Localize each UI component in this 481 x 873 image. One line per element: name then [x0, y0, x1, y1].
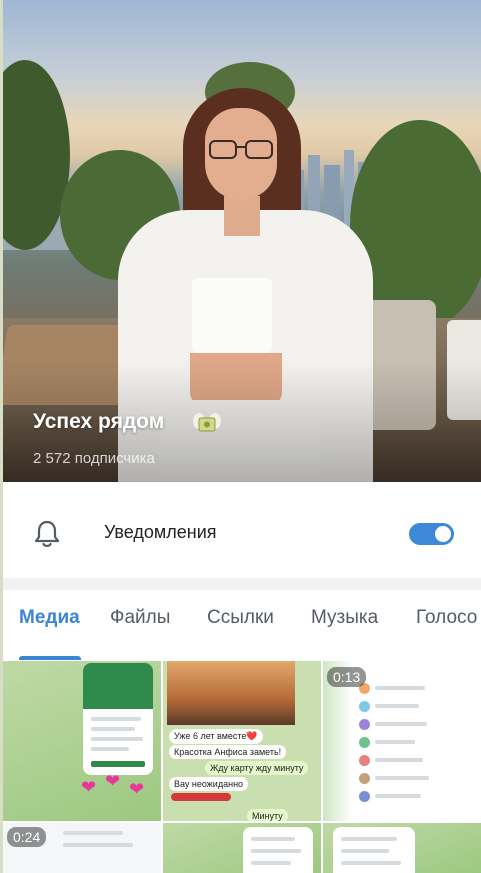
notifications-toggle[interactable]: [409, 523, 454, 545]
media-thumb-4[interactable]: 0:24: [3, 823, 161, 873]
chat-bubble: Минуту: [247, 809, 288, 821]
text-line: [91, 717, 141, 721]
chat-list-row: [359, 683, 439, 695]
person-top: [192, 278, 272, 353]
chat-list-row: [359, 719, 439, 731]
bell-icon: [34, 520, 60, 547]
media-thumb-3[interactable]: 0:13: [323, 661, 481, 821]
notifications-label: Уведомления: [104, 522, 217, 542]
chat-list-row: [359, 791, 439, 803]
toggle-knob: [435, 526, 451, 542]
chat-bubble: Уже 6 лет вместе❤️: [169, 729, 263, 744]
phone-screenshot: [243, 827, 313, 873]
tab-media[interactable]: Медиа: [19, 607, 80, 629]
heart-icon: ❤: [105, 771, 121, 791]
chat-list-row: [359, 701, 439, 713]
text-line: [341, 861, 401, 865]
text-line: [91, 747, 129, 751]
text-line: [63, 831, 123, 835]
video-duration-badge: 0:13: [327, 667, 367, 687]
text-line: [341, 849, 389, 853]
chat-list-row: [359, 737, 439, 749]
subscriber-count: 2 572 подписчика: [33, 450, 155, 467]
text-line: [251, 849, 301, 853]
channel-title: Успех рядом: [33, 410, 165, 433]
tab-voice[interactable]: Голосо: [416, 607, 477, 629]
phone-screenshot: [333, 827, 415, 873]
chat-bubble: Вау неожиданно: [169, 777, 249, 791]
tab-files[interactable]: Файлы: [110, 607, 170, 629]
text-line: [251, 837, 295, 841]
media-thumb-2[interactable]: Уже 6 лет вместе❤️ Красотка Анфиса замет…: [163, 661, 321, 821]
chat-bubble: Жду карту жду минуту: [205, 761, 309, 775]
text-line: [91, 737, 143, 741]
confirm-bar: [91, 761, 145, 767]
chat-list-row: [359, 755, 439, 767]
section-divider: [0, 578, 481, 590]
heart-icon: ❤: [81, 777, 97, 797]
chat-list-row: [359, 773, 439, 785]
phone-screenshot: [83, 663, 153, 775]
glasses-icon: [209, 140, 273, 159]
redacted-text: [171, 793, 231, 801]
video-duration-badge: 0:24: [7, 827, 47, 847]
media-thumb-5[interactable]: [163, 823, 321, 873]
photo-in-chat: [167, 661, 295, 725]
text-line: [251, 861, 291, 865]
media-thumb-1[interactable]: ❤ ❤ ❤: [3, 661, 161, 821]
left-edge-border: [0, 0, 3, 873]
media-thumb-6[interactable]: [323, 823, 481, 873]
text-line: [91, 727, 135, 731]
person-neck: [224, 196, 260, 236]
channel-cover[interactable]: Успех рядом 2 572 подписчика: [0, 0, 481, 482]
heart-icon: ❤: [129, 779, 145, 799]
chat-bubble: Красотка Анфиса заметь!: [169, 745, 287, 759]
text-line: [341, 837, 397, 841]
media-tabs: Медиа Файлы Ссылки Музыка Голосо: [0, 590, 481, 660]
tab-music[interactable]: Музыка: [311, 607, 378, 629]
tab-links[interactable]: Ссылки: [207, 607, 274, 629]
text-line: [63, 843, 133, 847]
money-wings-emoji-icon: [193, 413, 221, 432]
phone-header-bar: [83, 663, 153, 709]
media-grid: ❤ ❤ ❤ Уже 6 лет вместе❤️ Красотка Анфиса…: [0, 660, 481, 873]
